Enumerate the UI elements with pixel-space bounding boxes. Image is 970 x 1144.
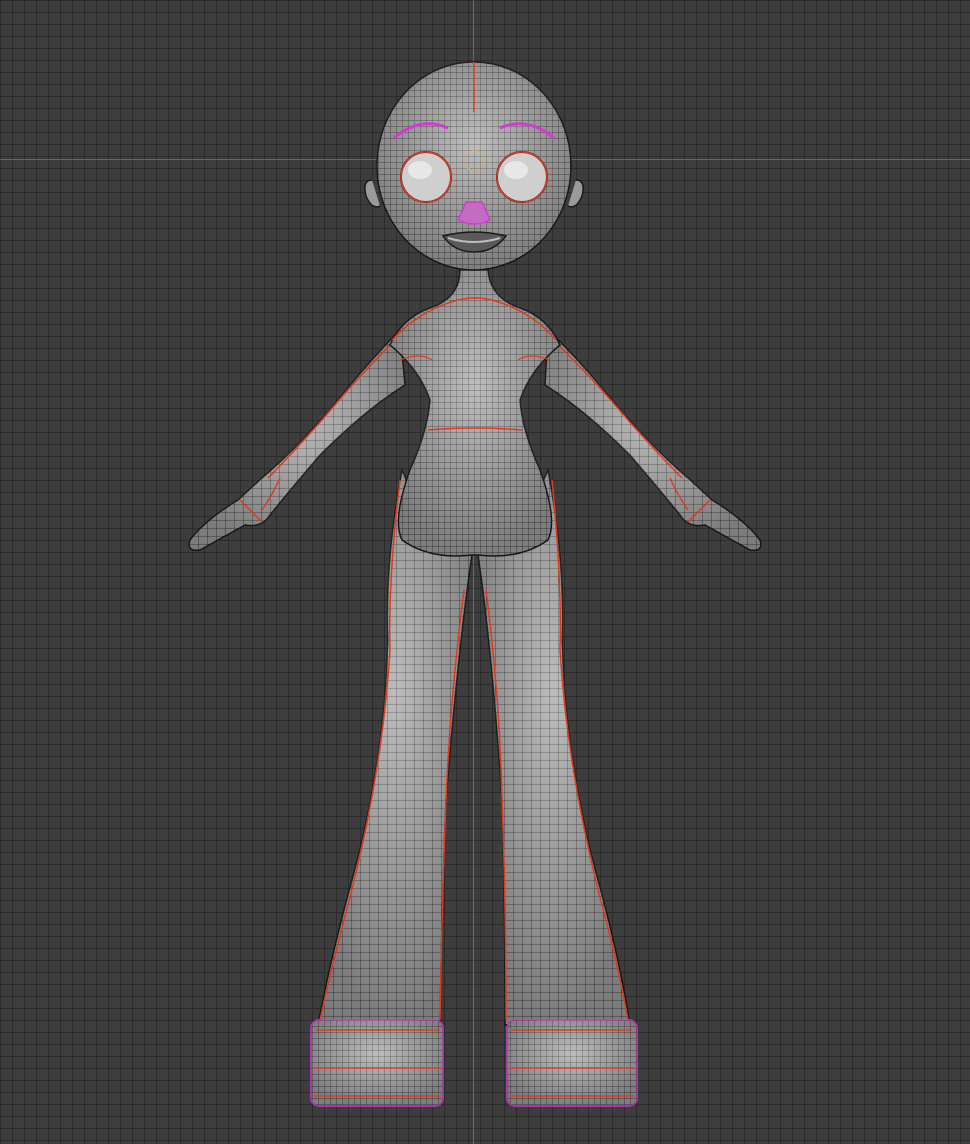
right-arm[interactable] bbox=[544, 328, 762, 552]
torso[interactable] bbox=[389, 269, 561, 557]
3d-viewport[interactable] bbox=[0, 0, 970, 1144]
right-eye bbox=[496, 151, 548, 203]
head[interactable] bbox=[364, 61, 584, 271]
character-mesh[interactable] bbox=[0, 0, 970, 1144]
left-arm[interactable] bbox=[188, 328, 406, 552]
left-eye bbox=[400, 151, 452, 203]
left-shoe[interactable] bbox=[310, 1019, 444, 1107]
right-shoe[interactable] bbox=[506, 1019, 638, 1107]
